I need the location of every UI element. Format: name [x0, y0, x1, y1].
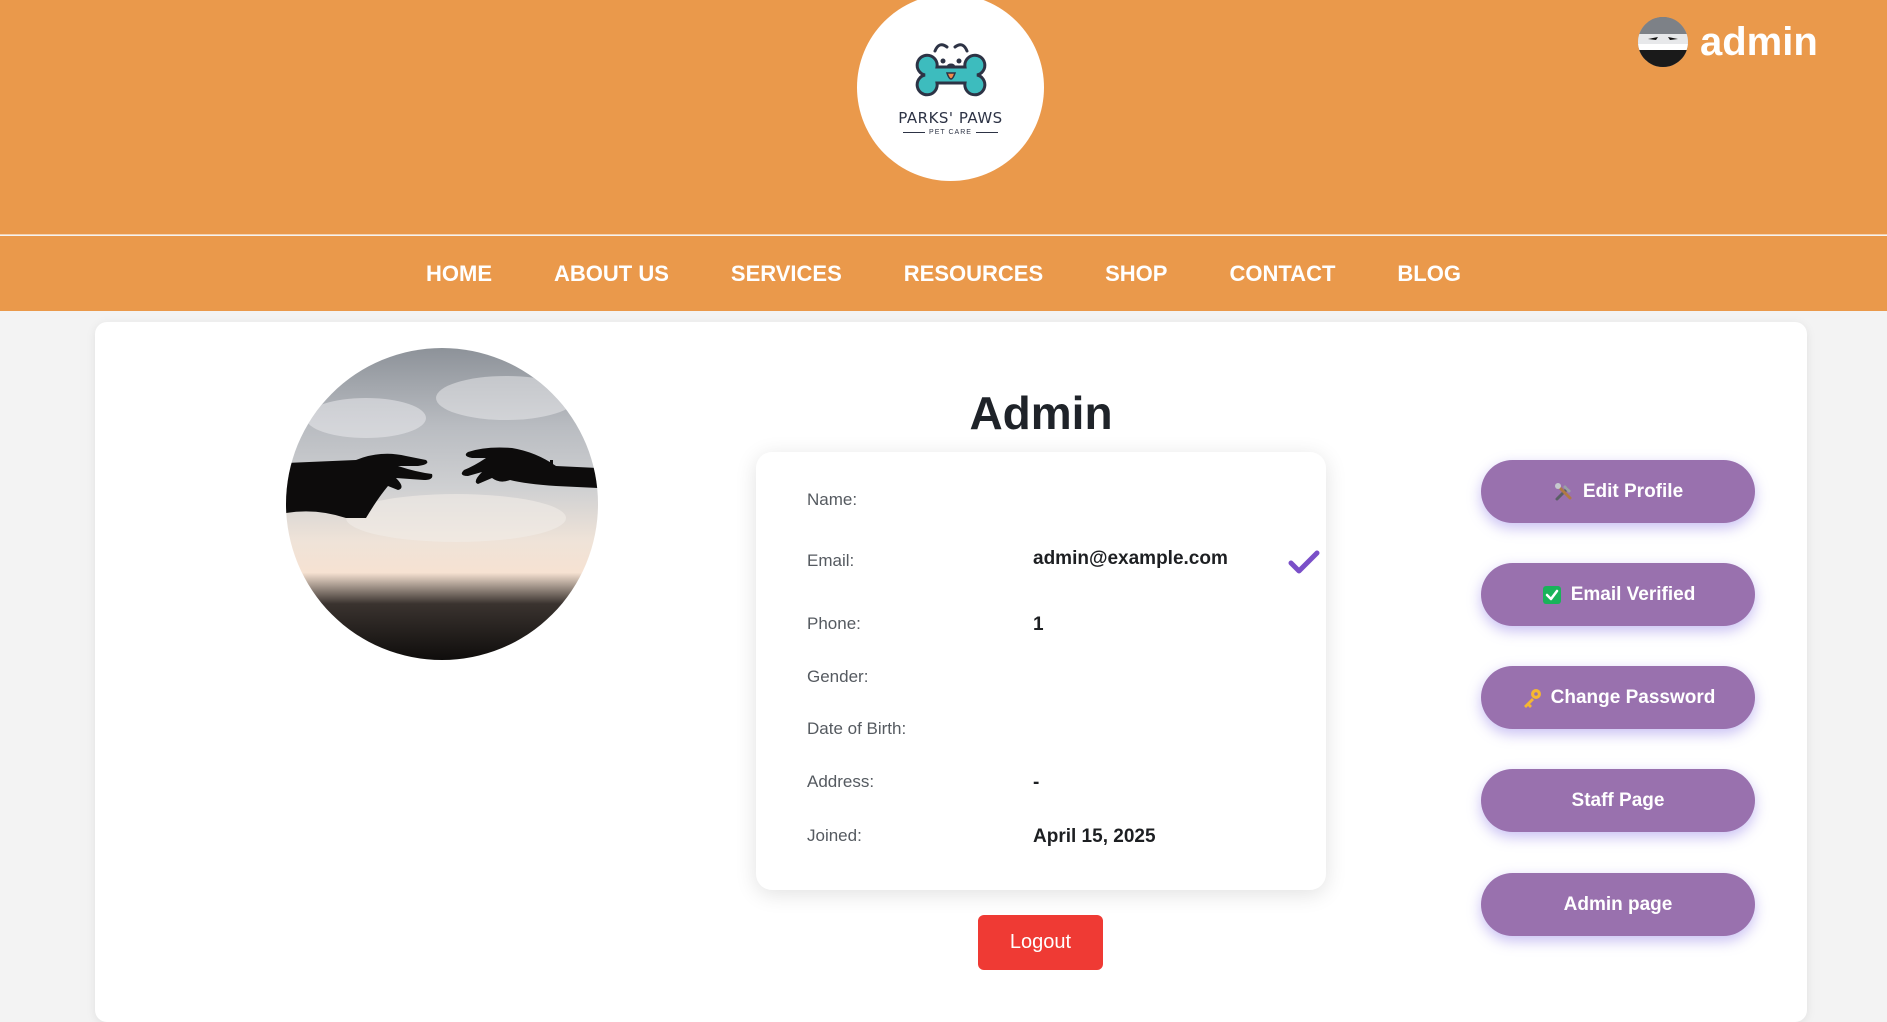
edit-profile-label: Edit Profile: [1582, 480, 1684, 502]
username[interactable]: admin: [1700, 20, 1818, 65]
logo[interactable]: PARKS' PAWS PET CARE: [857, 0, 1044, 181]
key-icon: [1521, 687, 1543, 709]
profile-photo: [286, 348, 598, 660]
field-label: Email:: [807, 551, 855, 570]
field-gender: Gender:: [807, 667, 1287, 697]
check-box-icon: [1541, 584, 1563, 606]
brand-name: PARKS' PAWS: [898, 109, 1003, 127]
divider: [903, 132, 926, 133]
email-verified-label: Email Verified: [1570, 583, 1696, 605]
admin-page-label: Admin page: [1563, 893, 1673, 915]
page-title: Admin: [969, 387, 1113, 439]
brand-tagline-wrap: PET CARE: [903, 129, 998, 136]
nav-resources[interactable]: RESOURCES: [904, 261, 1043, 287]
staff-page-label: Staff Page: [1571, 789, 1665, 811]
field-name: Name:: [807, 490, 1287, 520]
nav-services[interactable]: SERVICES: [731, 261, 842, 287]
field-value: April 15, 2025: [1033, 826, 1156, 847]
avatar-image-icon: [1638, 17, 1688, 67]
field-value: 1: [1033, 614, 1044, 635]
field-label: Phone:: [807, 614, 861, 633]
user-menu[interactable]: admin: [1638, 16, 1818, 68]
change-password-label: Change Password: [1550, 686, 1716, 708]
field-address: Address: -: [807, 772, 1287, 802]
divider: [975, 132, 998, 133]
field-label: Gender:: [807, 667, 869, 686]
nav-blog[interactable]: BLOG: [1397, 261, 1461, 287]
field-joined: Joined: April 15, 2025: [807, 826, 1287, 856]
field-label: Joined:: [807, 826, 862, 845]
site-header: PARKS' PAWS PET CARE admin: [0, 0, 1887, 235]
main-nav: HOME ABOUT US SERVICES RESOURCES SHOP CO…: [0, 236, 1887, 311]
tools-icon: [1553, 481, 1575, 503]
field-value: -: [1033, 772, 1040, 793]
nav-about-us[interactable]: ABOUT US: [554, 261, 669, 287]
nav-contact[interactable]: CONTACT: [1229, 261, 1335, 287]
profile-info-card: Name: Email: admin@example.com Phone: 1 …: [756, 452, 1326, 890]
hands-silhouette-icon: [286, 376, 598, 542]
nav-shop[interactable]: SHOP: [1105, 261, 1167, 287]
change-password-button[interactable]: Change Password: [1481, 666, 1755, 729]
dog-bone-logo-icon: [915, 43, 986, 97]
field-label: Date of Birth:: [807, 719, 907, 738]
user-avatar[interactable]: [1638, 17, 1688, 67]
email-verified-button[interactable]: Email Verified: [1481, 563, 1755, 626]
admin-page-button[interactable]: Admin page: [1481, 873, 1755, 936]
logout-button[interactable]: Logout: [978, 915, 1103, 970]
check-icon: [1288, 550, 1320, 574]
field-phone: Phone: 1: [807, 614, 1287, 644]
staff-page-button[interactable]: Staff Page: [1481, 769, 1755, 832]
field-label: Address:: [807, 772, 875, 791]
field-email: Email: admin@example.com: [807, 548, 1320, 581]
edit-profile-button[interactable]: Edit Profile: [1481, 460, 1755, 523]
field-label: Name:: [807, 490, 858, 509]
nav-home[interactable]: HOME: [426, 261, 492, 287]
field-value: admin@example.com: [1033, 548, 1228, 569]
field-date-of-birth: Date of Birth:: [807, 719, 1287, 749]
brand-tagline: PET CARE: [929, 129, 972, 136]
